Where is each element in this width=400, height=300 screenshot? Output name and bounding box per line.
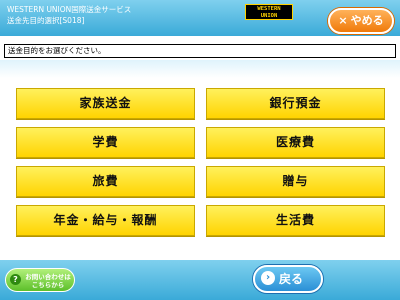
option-family-remittance[interactable]: 家族送金: [16, 88, 195, 119]
close-icon: ×: [338, 14, 348, 27]
western-union-logo: WESTERN UNION: [245, 4, 293, 20]
option-gift[interactable]: 贈与: [206, 166, 385, 197]
cancel-label: やめる: [350, 14, 384, 27]
service-title: WESTERN UNION国際送金サービス: [7, 5, 132, 14]
option-travel-expenses[interactable]: 旅費: [16, 166, 195, 197]
option-tuition[interactable]: 学費: [16, 127, 195, 158]
option-bank-deposit[interactable]: 銀行預金: [206, 88, 385, 119]
screen-subtitle: 送金先目的選択[S018]: [7, 16, 85, 25]
instruction-text: 送金目的をお選びください。: [4, 44, 396, 58]
inquiry-label: お問い合わせは こちらから: [25, 273, 71, 289]
cancel-button[interactable]: × やめる: [328, 8, 394, 34]
option-living-expenses[interactable]: 生活費: [206, 205, 385, 236]
inquiry-button[interactable]: ? お問い合わせは こちらから: [5, 268, 75, 292]
back-button[interactable]: › 戻る: [253, 265, 323, 293]
back-label: 戻る: [279, 272, 304, 286]
option-medical-expenses[interactable]: 医療費: [206, 127, 385, 158]
question-icon: ?: [10, 274, 21, 285]
option-pension-salary[interactable]: 年金・給与・報酬: [16, 205, 195, 236]
arrow-icon: ›: [261, 271, 275, 285]
screen-title: WESTERN UNION国際送金サービス 送金先目的選択[S018]: [7, 4, 131, 26]
